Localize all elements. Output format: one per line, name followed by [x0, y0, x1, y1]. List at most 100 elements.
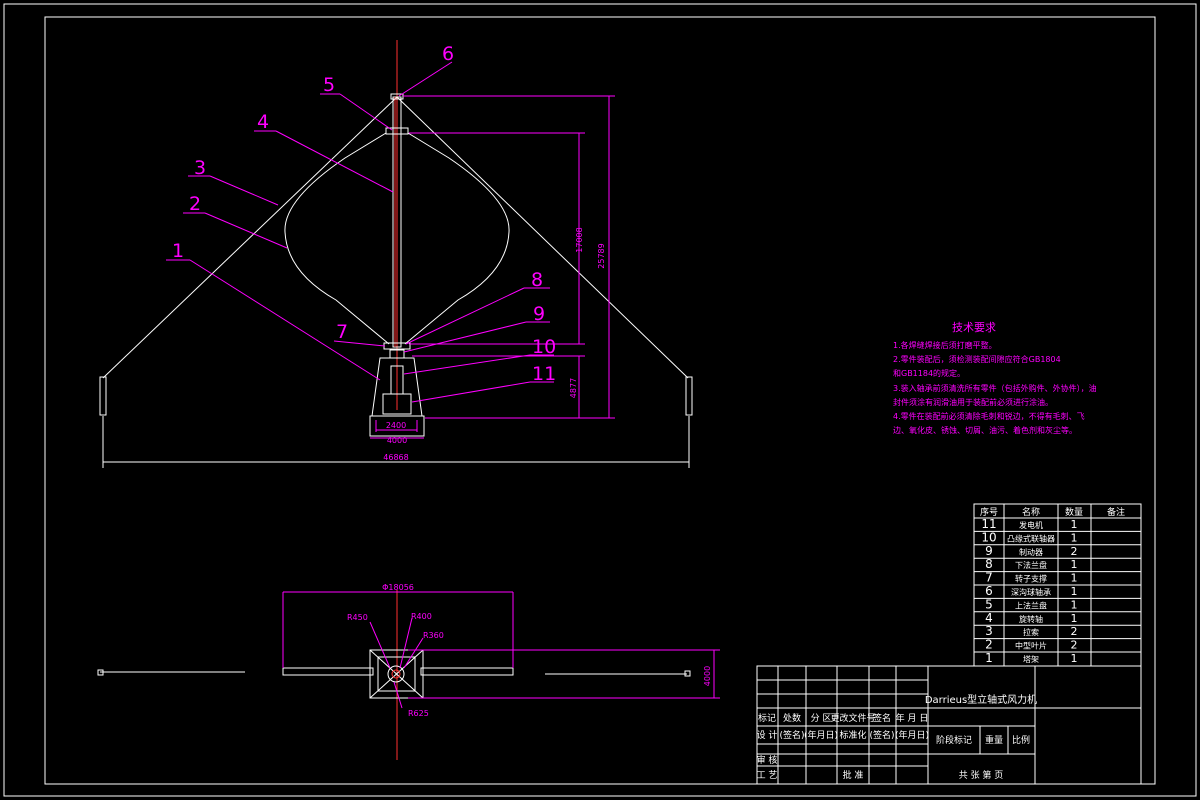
plan-blade-right: [420, 667, 514, 676]
parts-cell-name: 发电机: [1019, 520, 1043, 530]
dim-r450: R450: [347, 613, 368, 622]
parts-cell-qty: 1: [1071, 598, 1078, 611]
parts-cell-no: 3: [985, 624, 993, 638]
guy-cable-left: [102, 96, 398, 379]
tech-line: 封件须涂有润滑油用于装配前必须进行涂油。: [893, 397, 1053, 407]
tb-change-doc: 更改文件号: [830, 712, 875, 724]
callout-5: 5: [323, 74, 335, 96]
parts-cell-no: 2: [985, 638, 993, 652]
callout-11: 11: [532, 363, 556, 385]
tb-mark: 标记: [758, 712, 776, 724]
parts-header-name: 名称: [1022, 506, 1040, 518]
drawing-title: Darrieus型立轴式风力机: [925, 693, 1037, 706]
tech-line: 边、氧化皮、锈蚀、切屑、油污、着色剂和灰尘等。: [893, 425, 1077, 435]
parts-cell-name: 拉索: [1023, 627, 1039, 637]
parts-cell-no: 11: [981, 517, 996, 531]
tb-stage: 阶段标记: [936, 734, 972, 746]
dim-base-inner: 2400: [386, 421, 406, 430]
dim-r625: R625: [408, 709, 429, 718]
tb-sheet: 共 张 第 页: [959, 769, 1004, 781]
anchor-left: [99, 376, 107, 416]
parts-cell-name: 深沟球轴承: [1011, 587, 1051, 597]
parts-cell-name: 中型叶片: [1015, 641, 1047, 651]
dim-r360: R360: [423, 631, 444, 640]
plan-blade-left: [282, 667, 374, 676]
tb-design-date: (年月日): [804, 729, 838, 741]
tech-line: 2.零件装配后，须检测装配间隙应符合GB1804: [893, 354, 1061, 364]
title-block: Darrieus型立轴式风力机 标记 处数 分 区 更改文件号 签名 年 月 日…: [756, 665, 1142, 785]
parts-cell-qty: 1: [1071, 652, 1078, 665]
parts-cell-qty: 2: [1071, 625, 1078, 638]
technical-drawing: 17008 25789 4877 2400 4000 46868 6 5 4 3…: [3, 3, 1197, 797]
callout-4: 4: [257, 111, 269, 133]
tb-scale: 比例: [1012, 734, 1030, 746]
tech-line: 3.装入轴承前须清洗所有零件（包括外购件、外协件），油: [893, 383, 1097, 393]
parts-header-remark: 备注: [1107, 506, 1125, 518]
parts-cell-name: 旋转轴: [1019, 614, 1043, 624]
tb-zone: 分 区: [811, 713, 832, 724]
plan-view: Φ18056 R450 R400 R360 R625 4000: [97, 583, 720, 760]
parts-cell-no: 5: [985, 597, 993, 611]
callout-8: 8: [531, 269, 543, 291]
tech-requirements-title: 技术要求: [952, 321, 996, 334]
parts-list: 11 发电机 110 凸缘式联轴器 19 制动器 28 下法兰盘 17 转子支撑 16 深沟球轴承 15…: [973, 503, 1142, 667]
parts-header-qty: 数量: [1065, 506, 1083, 518]
parts-cell-qty: 2: [1071, 545, 1078, 558]
parts-cell-qty: 1: [1071, 558, 1078, 571]
parts-cell-no: 6: [985, 584, 993, 598]
parts-cell-name: 上法兰盘: [1015, 600, 1047, 610]
tb-count: 处数: [783, 712, 801, 724]
tb-design-sign: (签名): [779, 729, 804, 741]
parts-cell-name: 塔架: [1023, 654, 1039, 664]
tech-line: 1.各焊缝焊接后须打磨平整。: [893, 340, 997, 350]
callout-6: 6: [442, 43, 454, 65]
front-view: 17008 25789 4877 2400 4000 46868 6 5 4 3…: [99, 40, 693, 468]
tb-standard: 标准化: [839, 729, 866, 741]
tb-date: 年 月 日: [896, 712, 929, 724]
parts-cell-name: 转子支撑: [1015, 574, 1047, 584]
parts-header-no: 序号: [980, 506, 998, 518]
parts-cell-qty: 1: [1071, 585, 1078, 598]
parts-cell-name: 制动器: [1019, 547, 1043, 557]
parts-cell-no: 8: [985, 557, 993, 571]
callout-7: 7: [336, 321, 348, 343]
dim-rotor-height: 17008: [575, 227, 584, 252]
dim-plan-width: 4000: [703, 666, 712, 686]
dim-plan-diameter: Φ18056: [382, 583, 414, 592]
tb-weight: 重量: [985, 734, 1003, 746]
parts-cell-no: 9: [985, 544, 993, 558]
tech-line: 4.零件在装配前必须清除毛刺和锐边，不得有毛刺、飞: [893, 411, 1085, 421]
parts-cell-name: 下法兰盘: [1015, 560, 1047, 570]
tb-review: 审 核: [757, 754, 778, 766]
callout-1: 1: [172, 240, 184, 262]
tb-standard-sign: (签名): [869, 729, 894, 741]
tb-standard-date: (年月日): [895, 729, 929, 741]
parts-cell-qty: 1: [1071, 572, 1078, 585]
callout-3: 3: [194, 157, 206, 179]
callout-2: 2: [189, 193, 201, 215]
tb-process: 工 艺: [757, 770, 778, 781]
technical-requirements: 技术要求 1.各焊缝焊接后须打磨平整。 2.零件装配后，须检测装配间隙应符合GB…: [893, 321, 1097, 435]
parts-cell-no: 7: [985, 571, 993, 585]
tb-design: 设 计: [757, 729, 778, 741]
dim-r400: R400: [411, 612, 432, 621]
parts-cell-qty: 2: [1071, 639, 1078, 652]
parts-cell-qty: 1: [1071, 518, 1078, 531]
dim-total-height: 25789: [597, 243, 606, 268]
anchor-right: [685, 376, 693, 416]
dim-base-outer: 4000: [387, 436, 407, 445]
tech-line: 和GB1184的规定。: [893, 368, 965, 378]
blade-left: [284, 132, 390, 345]
parts-cell-qty: 1: [1071, 612, 1078, 625]
parts-cell-name: 凸缘式联轴器: [1007, 533, 1055, 543]
callout-9: 9: [533, 303, 545, 325]
parts-cell-no: 4: [985, 611, 993, 625]
tb-approve: 批 准: [843, 769, 864, 781]
tb-signature: 签名: [873, 712, 891, 724]
parts-cell-no: 1: [985, 651, 993, 665]
dim-span: 46868: [383, 453, 408, 462]
parts-cell-qty: 1: [1071, 531, 1078, 544]
dim-base-height: 4877: [569, 378, 578, 398]
blade-right: [404, 132, 510, 345]
parts-cell-no: 10: [981, 530, 996, 544]
